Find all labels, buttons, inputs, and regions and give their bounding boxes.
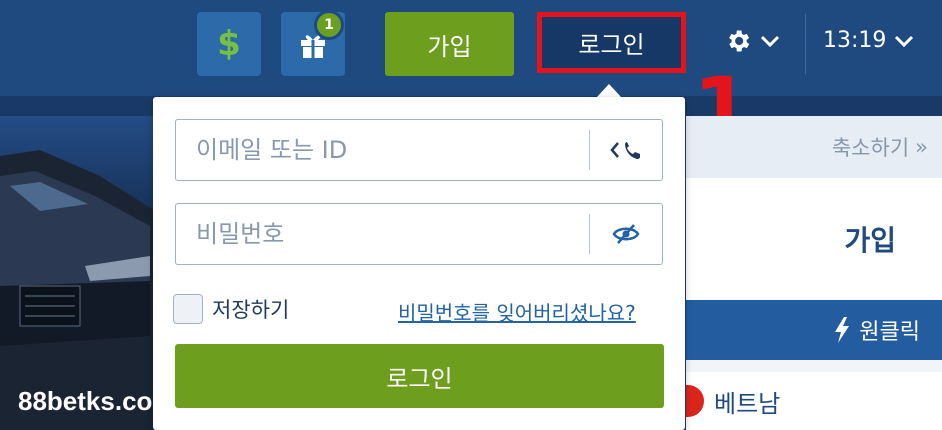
oneclick-tab[interactable]: 원클릭	[686, 300, 942, 360]
dollar-icon: $	[217, 24, 241, 64]
side-join-heading: 가입	[686, 178, 942, 300]
header-divider	[805, 14, 806, 74]
gear-icon	[729, 30, 750, 52]
time-menu[interactable]: 13:19	[823, 28, 914, 53]
double-chevron-right-icon: »	[915, 135, 928, 159]
country-select[interactable]: 베트남	[686, 372, 942, 430]
phone-login-toggle[interactable]	[590, 120, 662, 180]
remember-label: 저장하기	[212, 298, 290, 322]
email-input[interactable]	[176, 120, 589, 180]
remember-me[interactable]: 저장하기	[173, 294, 289, 324]
vietnam-flag-icon	[686, 385, 704, 417]
collapse-label: 축소하기	[831, 136, 910, 160]
eye-slash-icon	[612, 224, 640, 244]
promo-banner-image	[0, 116, 155, 430]
oneclick-label: 원클릭	[859, 320, 920, 345]
lightning-icon	[835, 317, 850, 343]
deposit-button[interactable]: $	[197, 12, 261, 76]
password-input[interactable]	[176, 204, 589, 264]
collapse-link[interactable]: 축소하기 »	[686, 116, 942, 178]
password-visibility-toggle[interactable]	[590, 204, 662, 264]
forgot-password-link[interactable]: 비밀번호를 잊어버리셨나요?	[398, 297, 636, 326]
email-field	[175, 119, 663, 181]
password-field	[175, 203, 663, 265]
bonus-button[interactable]: 1	[281, 10, 345, 76]
popup-pointer	[596, 84, 622, 98]
join-button[interactable]: 가입	[385, 12, 514, 76]
chevron-down-icon	[760, 35, 780, 48]
login-button[interactable]: 로그인	[537, 12, 686, 73]
settings-menu[interactable]	[724, 27, 780, 55]
remember-checkbox[interactable]	[173, 294, 203, 324]
watermark-text: 88betks.com	[18, 386, 176, 416]
clock-time: 13:19	[823, 28, 887, 53]
login-submit-button[interactable]: 로그인	[175, 344, 664, 408]
phone-icon	[610, 142, 640, 159]
chevron-down-icon	[895, 35, 914, 47]
country-label: 베트남	[714, 389, 781, 418]
gift-count-badge: 1	[314, 10, 344, 40]
